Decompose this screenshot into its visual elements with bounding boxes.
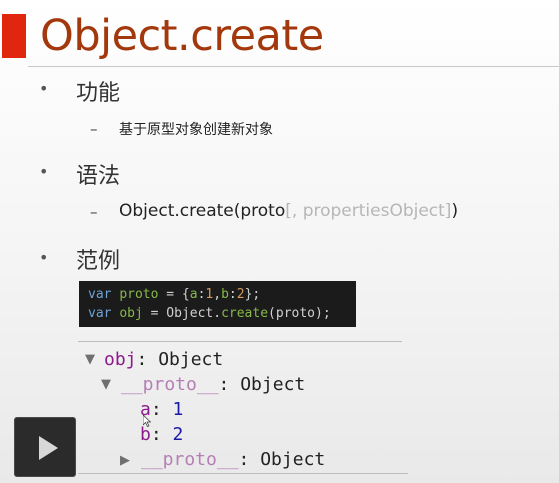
console-proto-label: __proto__: [121, 374, 219, 395]
console-prop-a-value: 1: [172, 399, 184, 420]
code-punct: = {: [158, 287, 190, 302]
feature-description: 基于原型对象创建新对象: [119, 122, 273, 138]
code-identifier: obj: [119, 306, 143, 321]
console-prop-b-value: 2: [172, 424, 184, 445]
console-proto-type: : Object: [218, 374, 306, 395]
console-proto2-label: __proto__: [141, 449, 239, 470]
code-function: create: [221, 306, 269, 321]
bullet-icon: •: [39, 248, 49, 267]
code-punct: (proto);: [268, 306, 331, 321]
play-button[interactable]: [14, 417, 76, 477]
code-number: 2: [236, 287, 245, 302]
expanded-triangle-icon[interactable]: ▼: [101, 377, 111, 392]
code-identifier: proto: [119, 287, 159, 302]
collapsed-triangle-icon[interactable]: ▶: [120, 453, 130, 468]
console-obj-row[interactable]: obj: Object: [104, 347, 223, 372]
code-punct: =: [142, 306, 167, 321]
slide-title: Object.create: [40, 11, 324, 61]
bullet-icon: •: [39, 162, 49, 181]
code-line-2: var obj = Object.create(proto);: [88, 306, 331, 321]
code-keyword: var: [88, 306, 112, 321]
syntax-main: Object.create(proto: [119, 201, 286, 221]
console-obj-label: obj: [104, 349, 137, 370]
console-divider-top: [78, 341, 402, 342]
console-proto-row[interactable]: __proto__: Object: [121, 372, 305, 397]
play-icon: [39, 436, 58, 460]
code-key: b: [221, 287, 229, 302]
code-punct: :: [228, 287, 237, 302]
title-accent-bar: [2, 14, 26, 58]
code-line-1: var proto = {a:1,b:2};: [88, 287, 260, 302]
console-proto2-type: : Object: [238, 449, 326, 470]
code-keyword: var: [88, 287, 112, 302]
syntax-close: ): [451, 201, 459, 221]
section-heading-example: 范例: [76, 249, 121, 274]
section-heading-syntax: 语法: [76, 164, 121, 189]
console-divider-bottom: [78, 473, 408, 474]
mouse-cursor-icon: [143, 415, 151, 427]
console-proto2-row[interactable]: __proto__: Object: [141, 447, 325, 472]
code-object: Object: [166, 306, 214, 321]
console-prop-b-key: b: [140, 424, 151, 445]
slide: Object.create • 功能 – 基于原型对象创建新对象 • 语法 – …: [0, 0, 559, 483]
syntax-line: Object.create(proto[, propertiesObject]): [119, 201, 458, 221]
code-punct: .: [213, 306, 222, 321]
console-obj-type: : Object: [136, 349, 224, 370]
dash-icon: –: [90, 203, 98, 221]
title-divider: [28, 66, 559, 67]
code-key: a: [189, 287, 198, 302]
dash-icon: –: [90, 120, 98, 138]
code-block: var proto = {a:1,b:2}; var obj = Object.…: [79, 281, 356, 327]
code-punct: ,: [213, 287, 222, 302]
expanded-triangle-icon[interactable]: ▼: [85, 352, 95, 367]
bullet-icon: •: [39, 79, 49, 98]
syntax-optional: [, propertiesObject]: [285, 201, 452, 221]
code-punct: };: [244, 287, 261, 302]
section-heading-feature: 功能: [76, 81, 121, 106]
